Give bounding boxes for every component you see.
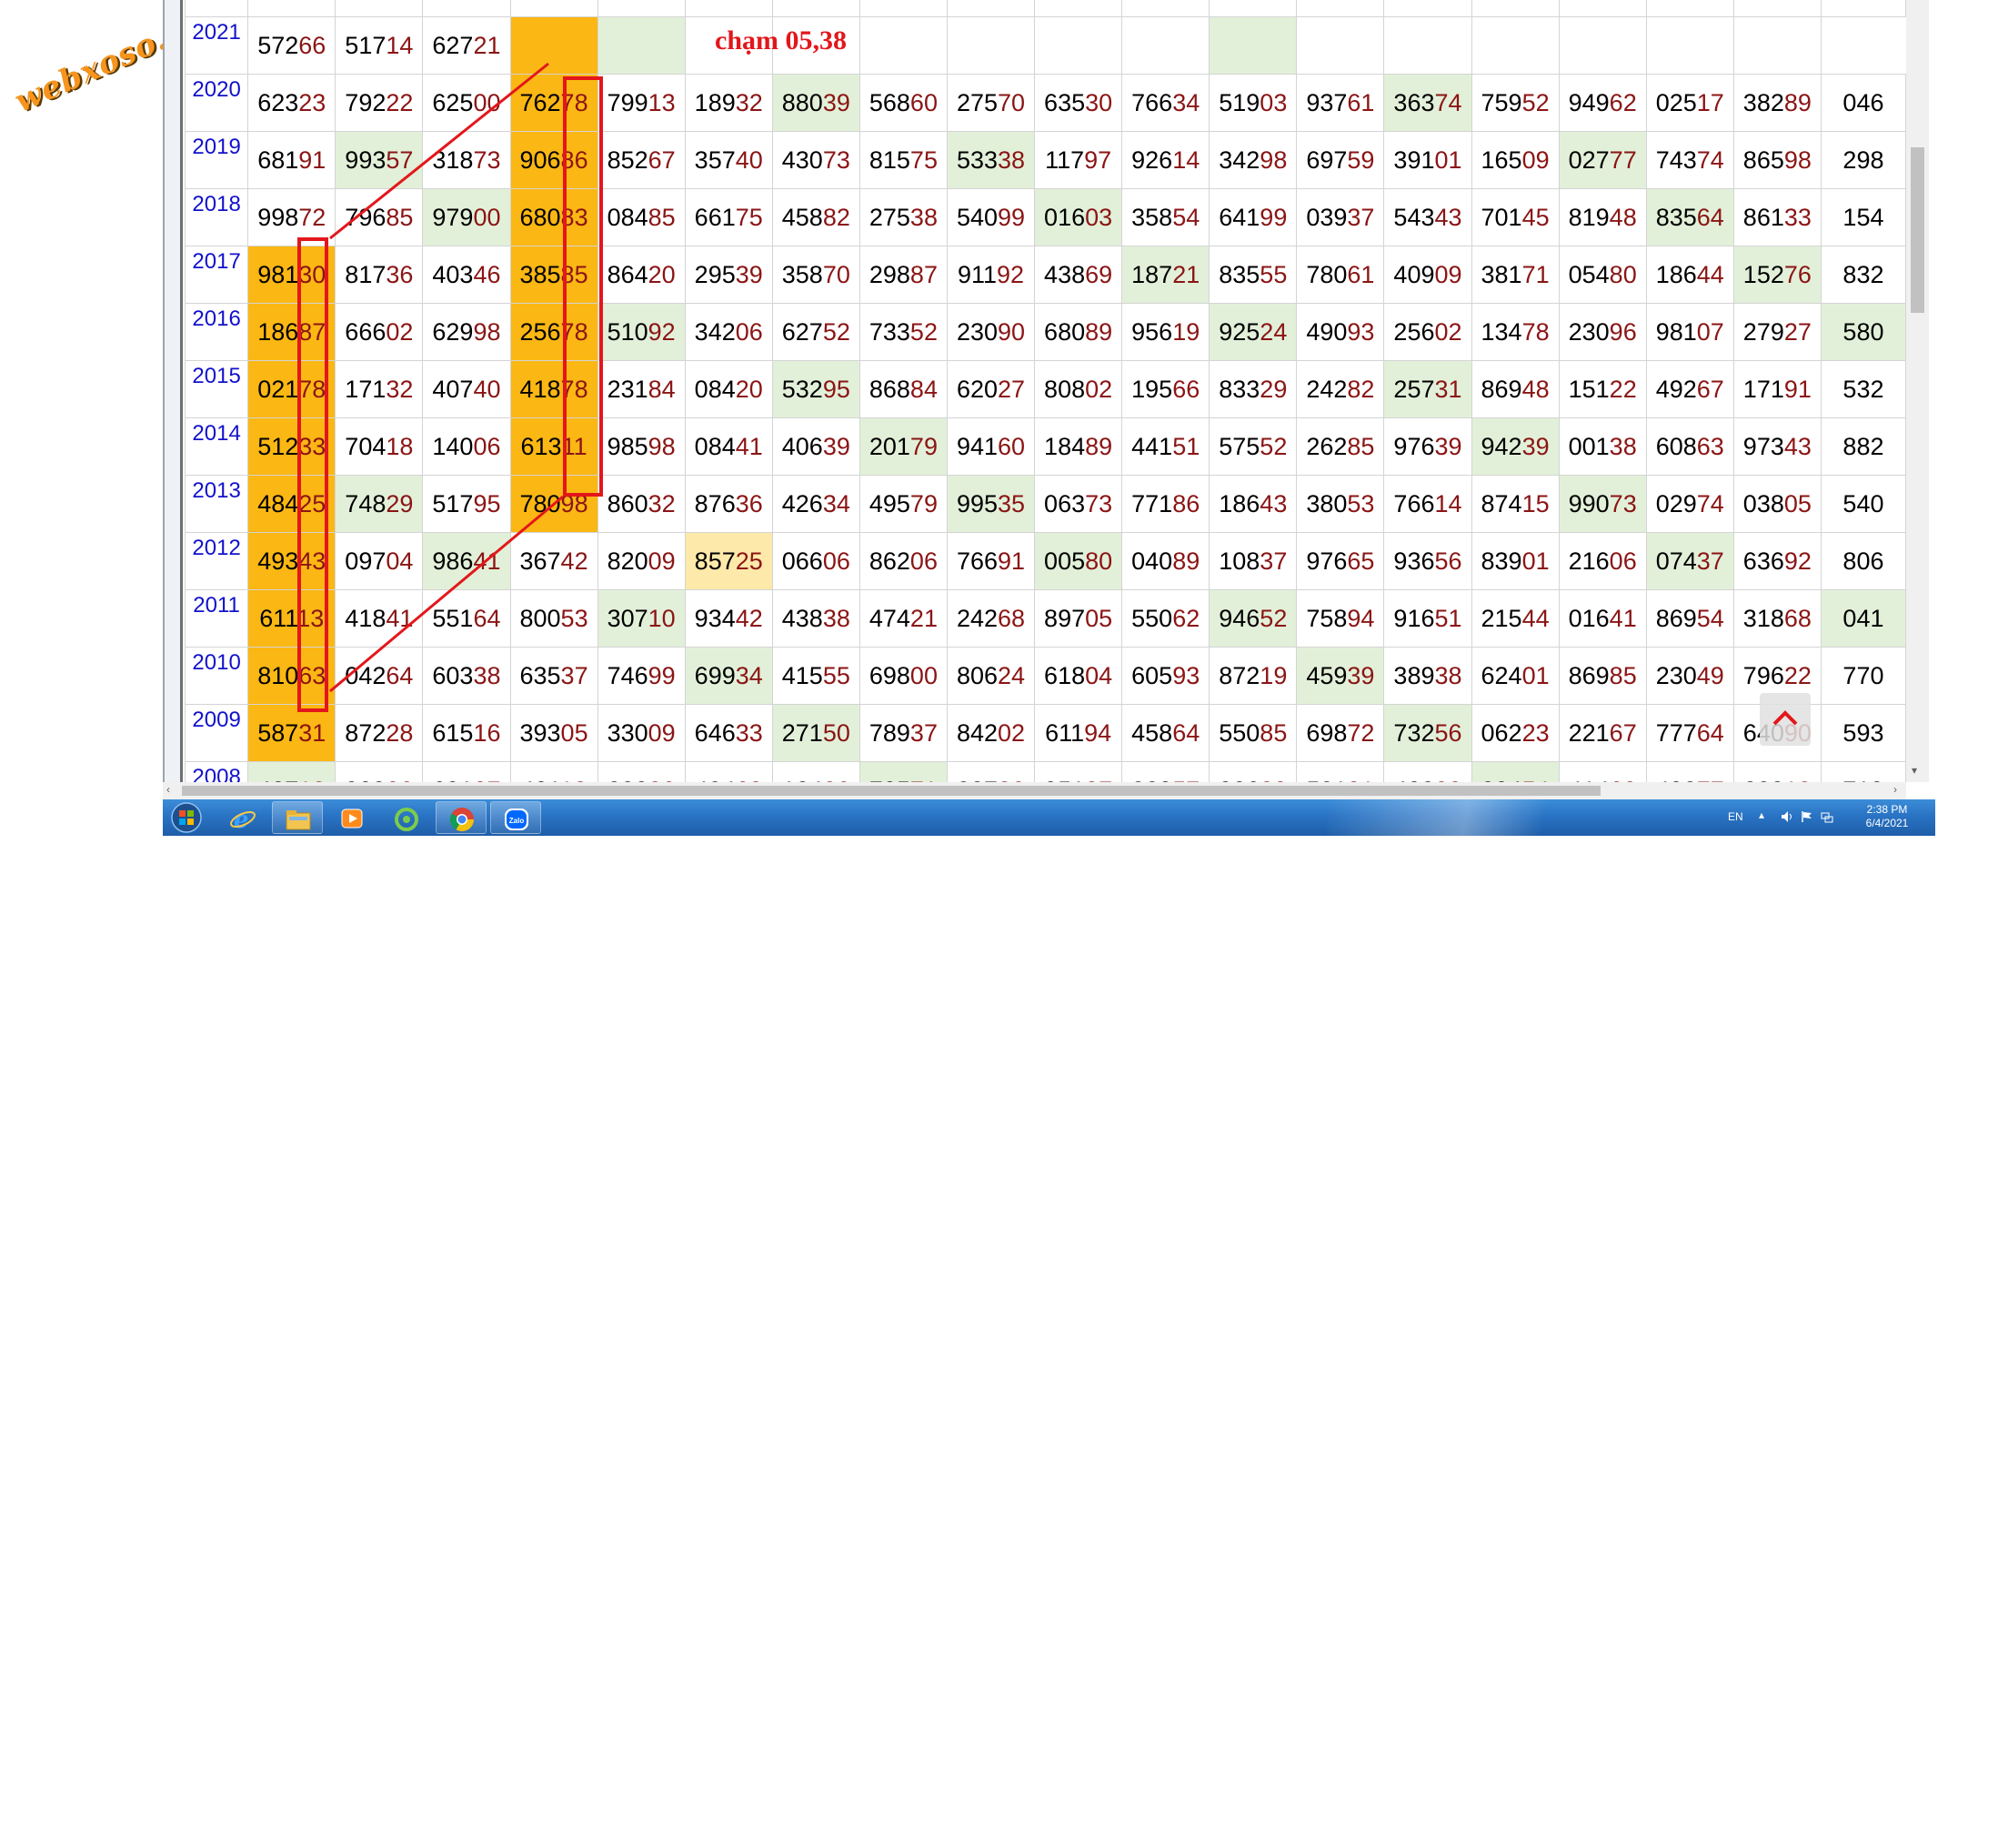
folder-icon <box>286 810 311 830</box>
scroll-down-arrow-icon[interactable]: ▾ <box>1912 764 1917 777</box>
taskbar-explorer-button[interactable] <box>272 801 323 834</box>
flag-icon[interactable] <box>1801 810 1813 823</box>
chevron-up-icon <box>1772 710 1798 726</box>
start-button[interactable] <box>168 801 205 834</box>
media-player-icon <box>341 808 363 829</box>
vertical-scrollbar[interactable]: ▾ <box>1906 0 1929 782</box>
taskbar-chrome-button[interactable] <box>436 801 487 834</box>
window-left-border <box>163 0 183 799</box>
page-content: 2021 57266 51714 62721 2020 62323 79222 62500 76… <box>183 0 1906 782</box>
scroll-to-top-button[interactable] <box>1760 693 1811 746</box>
annotation-lines <box>329 62 564 693</box>
clock[interactable]: 2:38 PM 6/4/2021 <box>1855 803 1919 830</box>
vertical-scroll-thumb[interactable] <box>1911 147 1924 313</box>
zalo-icon-text: Zalo <box>509 817 525 825</box>
network-icon[interactable] <box>1821 810 1833 823</box>
chrome-icon <box>449 808 475 832</box>
windows-logo-icon <box>171 802 202 833</box>
clock-date: 6/4/2021 <box>1865 817 1909 829</box>
annotation-label: chạm 05,38 <box>715 25 847 55</box>
zalo-icon: Zalo <box>505 808 528 830</box>
browser-window: 2021 57266 51714 62721 2020 62323 79222 62500 76… <box>163 0 1929 799</box>
connector-line-bottom <box>329 495 564 693</box>
svg-text:e: e <box>234 807 249 832</box>
clock-time: 2:38 PM <box>1866 803 1908 816</box>
taskbar-media-player-button[interactable] <box>326 801 377 834</box>
show-hidden-icons-icon[interactable]: ▴ <box>1759 808 1764 821</box>
taskbar-coccoc-button[interactable] <box>381 801 432 834</box>
horizontal-scrollbar[interactable]: ‹ › <box>163 782 1906 799</box>
coccoc-icon <box>395 808 418 831</box>
volume-icon[interactable] <box>1781 810 1793 823</box>
screen: webxoso.net 2021 57266 51714 62721 2020 62323… <box>0 0 2008 836</box>
language-indicator[interactable]: EN <box>1728 810 1743 823</box>
scroll-right-arrow-icon[interactable]: › <box>1893 783 1897 796</box>
connector-line-top <box>329 62 549 240</box>
horizontal-scroll-thumb[interactable] <box>182 786 1601 796</box>
taskbar-zalo-button[interactable]: Zalo <box>490 801 541 834</box>
ie-icon: e <box>230 807 256 832</box>
scroll-left-arrow-icon[interactable]: ‹ <box>166 783 170 796</box>
taskbar: e Zalo EN ▴ 2:38 PM 6/4/2021 <box>163 799 1935 836</box>
taskbar-ie-button[interactable]: e <box>217 801 268 834</box>
